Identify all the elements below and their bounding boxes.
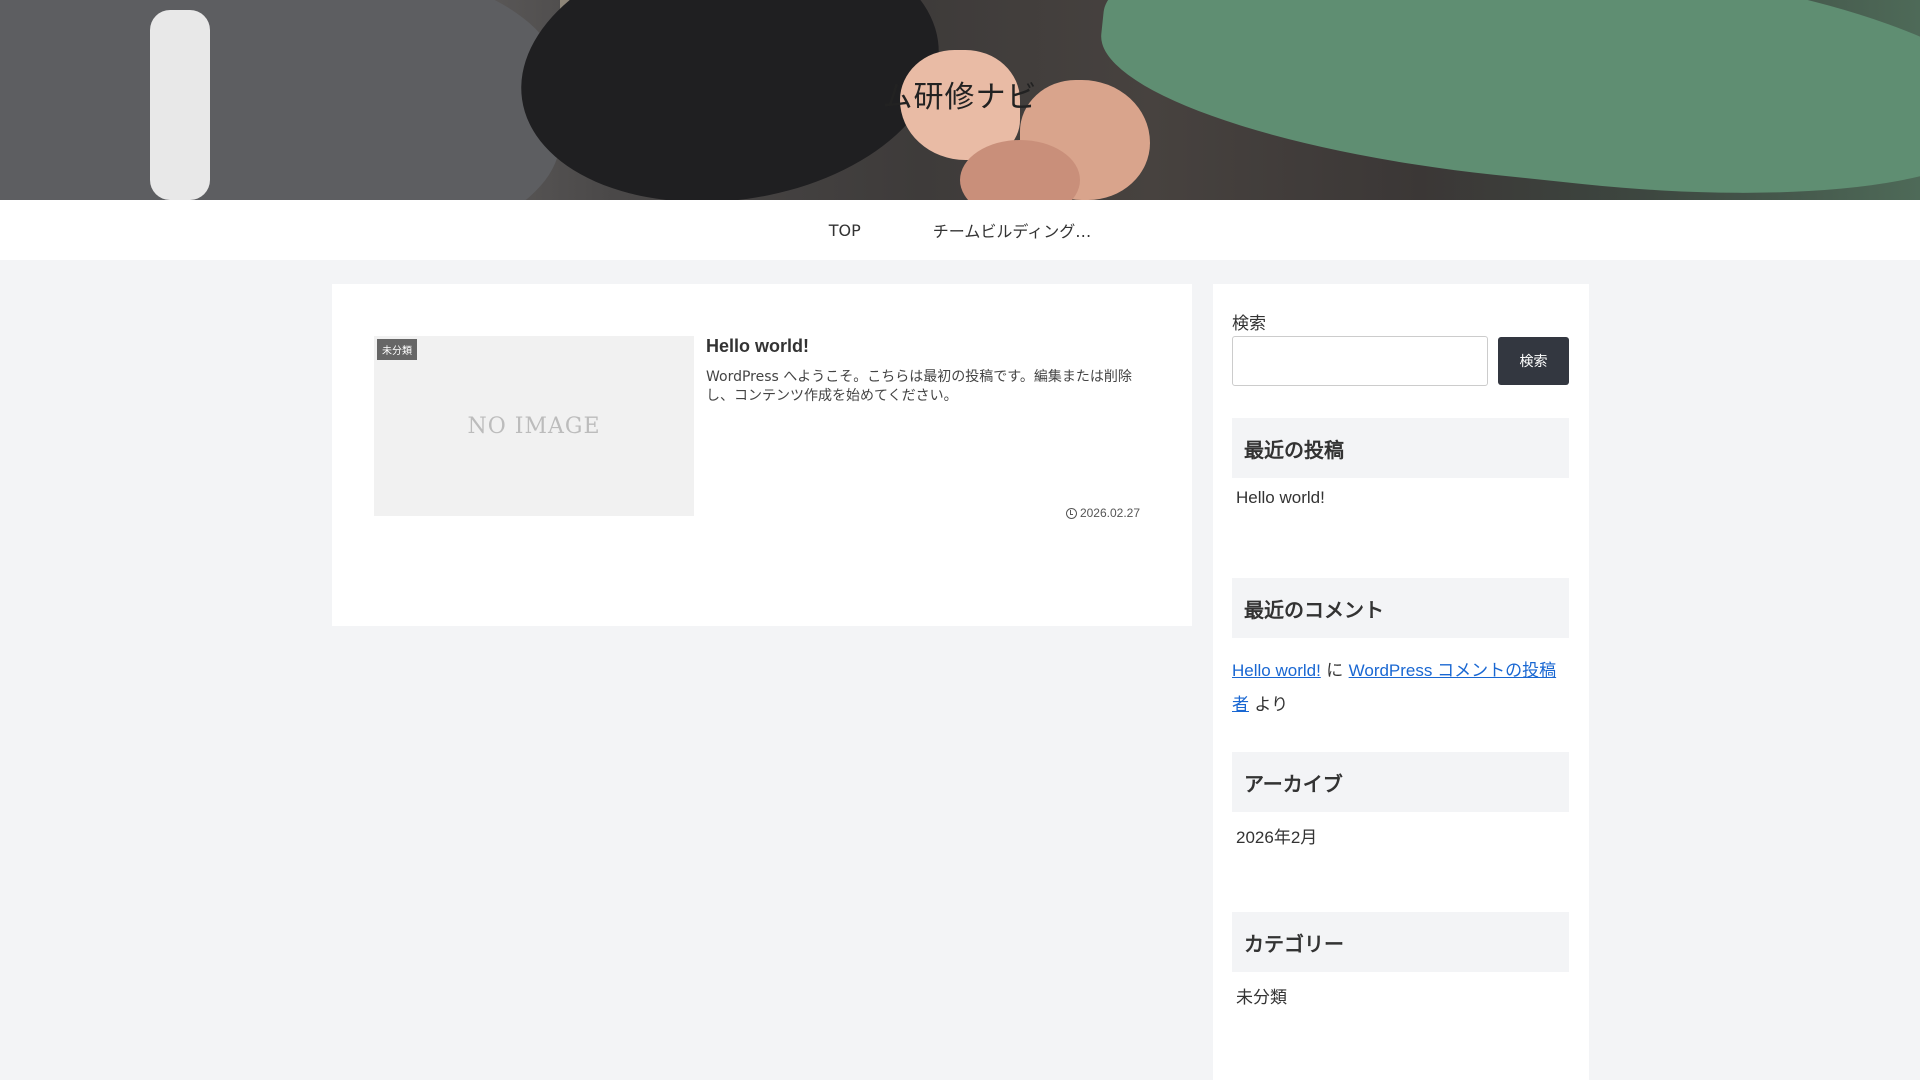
search-button[interactable]: 検索 (1498, 337, 1569, 385)
site-title[interactable]: ム研修ナビ (0, 72, 1920, 116)
clock-icon (1065, 507, 1077, 519)
content-area: NO IMAGE 未分類 Hello world! WordPress へようこ… (0, 260, 1920, 1080)
post-card[interactable]: NO IMAGE 未分類 Hello world! WordPress へようこ… (374, 336, 1150, 520)
recent-comments-heading: 最近のコメント (1232, 578, 1569, 638)
comment-connector: に (1320, 661, 1349, 681)
archives-heading: アーカイブ (1232, 752, 1569, 812)
recent-post-link[interactable]: Hello world! (1236, 488, 1325, 508)
post-list: NO IMAGE 未分類 Hello world! WordPress へようこ… (332, 284, 1192, 626)
category-link[interactable]: 未分類 (1236, 983, 1287, 1008)
recent-comment: Hello world! に WordPress コメントの投稿者 より (1232, 654, 1569, 722)
post-date: 2026.02.27 (1065, 506, 1140, 520)
search-input[interactable] (1232, 336, 1488, 386)
post-snippet: WordPress へようこそ。こちらは最初の投稿です。編集または削除し、コンテ… (706, 369, 1132, 404)
site-header: ム研修ナビ (0, 0, 1920, 200)
post-thumbnail[interactable]: NO IMAGE 未分類 (374, 336, 694, 516)
category-badge: 未分類 (377, 339, 417, 360)
sidebar: 検索 検索 最近の投稿 Hello world! 最近のコメント Hello w… (1213, 284, 1589, 1080)
post-title[interactable]: Hello world! (706, 336, 809, 357)
no-image-placeholder: NO IMAGE (467, 413, 601, 439)
nav-item-team-building[interactable]: チームビルディング… (897, 218, 1127, 242)
nav-item-top[interactable]: TOP (793, 221, 897, 240)
post-date-text: 2026.02.27 (1079, 506, 1140, 520)
search-label: 検索 (1232, 314, 1266, 334)
recent-posts-heading: 最近の投稿 (1232, 418, 1569, 478)
categories-heading: カテゴリー (1232, 912, 1569, 972)
comment-suffix: より (1249, 695, 1289, 715)
archive-link[interactable]: 2026年2月 (1236, 823, 1317, 848)
main-navigation: TOP チームビルディング… (0, 200, 1920, 260)
comment-post-link[interactable]: Hello world! (1232, 661, 1321, 680)
